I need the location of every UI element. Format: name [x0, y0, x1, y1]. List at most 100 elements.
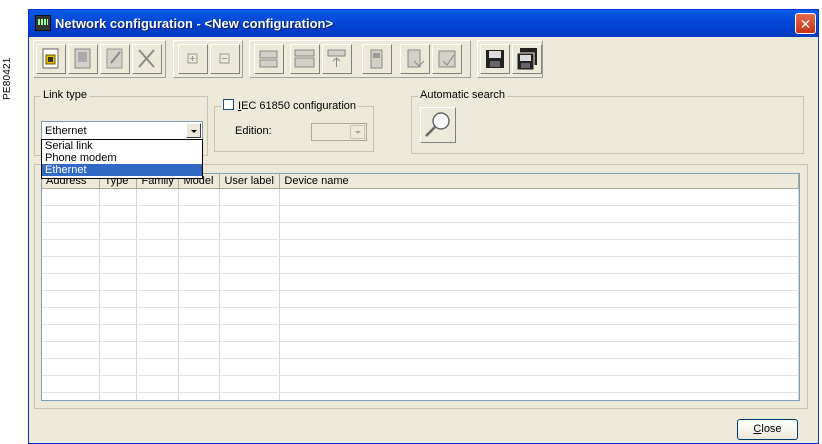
link-type-select[interactable]: Ethernet	[41, 121, 203, 140]
table-cell[interactable]	[178, 239, 221, 257]
iec-61850-checkbox[interactable]	[223, 99, 234, 110]
table-cell[interactable]	[99, 392, 138, 400]
table-cell[interactable]	[42, 324, 101, 342]
table-cell[interactable]	[42, 375, 101, 393]
table-cell[interactable]	[219, 188, 281, 206]
table-row[interactable]	[42, 375, 799, 393]
table-cell[interactable]	[219, 256, 281, 274]
table-cell[interactable]	[219, 222, 281, 240]
table-cell[interactable]	[219, 392, 281, 400]
table-cell[interactable]	[136, 188, 180, 206]
table-cell[interactable]	[136, 256, 180, 274]
table-cell[interactable]	[99, 222, 138, 240]
table-cell[interactable]	[136, 307, 180, 325]
table-cell[interactable]	[42, 273, 101, 291]
table-cell[interactable]	[42, 222, 101, 240]
table-cell[interactable]	[42, 341, 101, 359]
table-cell[interactable]	[99, 358, 138, 376]
chevron-down-icon[interactable]	[186, 123, 201, 138]
table-row[interactable]	[42, 205, 799, 223]
table-row[interactable]	[42, 188, 799, 206]
save-as-button[interactable]	[512, 44, 542, 74]
table-cell[interactable]	[219, 239, 281, 257]
table-cell[interactable]	[136, 375, 180, 393]
table-cell[interactable]	[219, 324, 281, 342]
table-cell[interactable]	[42, 392, 101, 400]
table-cell[interactable]	[219, 290, 281, 308]
table-row[interactable]	[42, 392, 799, 400]
table-cell[interactable]	[279, 256, 799, 274]
write-button[interactable]	[432, 44, 462, 74]
table-cell[interactable]	[99, 341, 138, 359]
column-header-user-label[interactable]: User label	[219, 174, 281, 189]
collapse-button[interactable]	[210, 44, 240, 74]
link-type-option-ethernet[interactable]: Ethernet	[42, 164, 202, 176]
connect-button[interactable]	[254, 44, 284, 74]
table-cell[interactable]	[178, 188, 221, 206]
automatic-search-button[interactable]	[420, 107, 456, 143]
table-cell[interactable]	[136, 239, 180, 257]
column-header-device-name[interactable]: Device name	[279, 174, 799, 189]
table-cell[interactable]	[136, 222, 180, 240]
table-row[interactable]	[42, 307, 799, 325]
table-row[interactable]	[42, 358, 799, 376]
read-button[interactable]	[400, 44, 430, 74]
table-cell[interactable]	[99, 273, 138, 291]
table-cell[interactable]	[178, 358, 221, 376]
table-cell[interactable]	[279, 392, 799, 400]
table-cell[interactable]	[99, 375, 138, 393]
link-type-option-modem[interactable]: Phone modem	[42, 152, 202, 164]
table-cell[interactable]	[178, 222, 221, 240]
table-cell[interactable]	[219, 375, 281, 393]
table-cell[interactable]	[178, 256, 221, 274]
table-cell[interactable]	[178, 392, 221, 400]
table-cell[interactable]	[99, 205, 138, 223]
table-cell[interactable]	[279, 375, 799, 393]
table-cell[interactable]	[42, 239, 101, 257]
link-type-option-serial[interactable]: Serial link	[42, 140, 202, 152]
table-cell[interactable]	[178, 290, 221, 308]
properties-button[interactable]	[100, 44, 130, 74]
edition-dropdown-arrow[interactable]	[350, 125, 365, 139]
close-button[interactable]: Close	[737, 419, 798, 440]
table-cell[interactable]	[136, 205, 180, 223]
table-cell[interactable]	[279, 205, 799, 223]
table-cell[interactable]	[219, 358, 281, 376]
table-cell[interactable]	[99, 188, 138, 206]
table-cell[interactable]	[219, 341, 281, 359]
table-cell[interactable]	[99, 290, 138, 308]
table-row[interactable]	[42, 239, 799, 257]
table-cell[interactable]	[279, 341, 799, 359]
table-row[interactable]	[42, 341, 799, 359]
table-cell[interactable]	[42, 307, 101, 325]
table-cell[interactable]	[178, 324, 221, 342]
table-cell[interactable]	[279, 290, 799, 308]
table-row[interactable]	[42, 324, 799, 342]
table-cell[interactable]	[178, 273, 221, 291]
table-cell[interactable]	[99, 307, 138, 325]
table-cell[interactable]	[178, 341, 221, 359]
table-cell[interactable]	[178, 375, 221, 393]
edition-select[interactable]	[311, 123, 367, 141]
save-button[interactable]	[480, 44, 510, 74]
table-cell[interactable]	[42, 358, 101, 376]
new-network-button[interactable]	[36, 44, 66, 74]
device-button[interactable]	[68, 44, 98, 74]
table-cell[interactable]	[219, 205, 281, 223]
window-close-button[interactable]: ✕	[795, 13, 816, 34]
table-cell[interactable]	[136, 341, 180, 359]
table-cell[interactable]	[136, 290, 180, 308]
upload-button[interactable]	[322, 44, 352, 74]
delete-button[interactable]	[132, 44, 162, 74]
table-cell[interactable]	[279, 307, 799, 325]
table-cell[interactable]	[136, 358, 180, 376]
setup-button[interactable]	[362, 44, 392, 74]
table-cell[interactable]	[178, 205, 221, 223]
table-row[interactable]	[42, 256, 799, 274]
table-cell[interactable]	[42, 256, 101, 274]
table-cell[interactable]	[42, 290, 101, 308]
table-cell[interactable]	[219, 307, 281, 325]
connect-all-button[interactable]	[290, 44, 320, 74]
table-cell[interactable]	[279, 358, 799, 376]
table-cell[interactable]	[42, 188, 101, 206]
